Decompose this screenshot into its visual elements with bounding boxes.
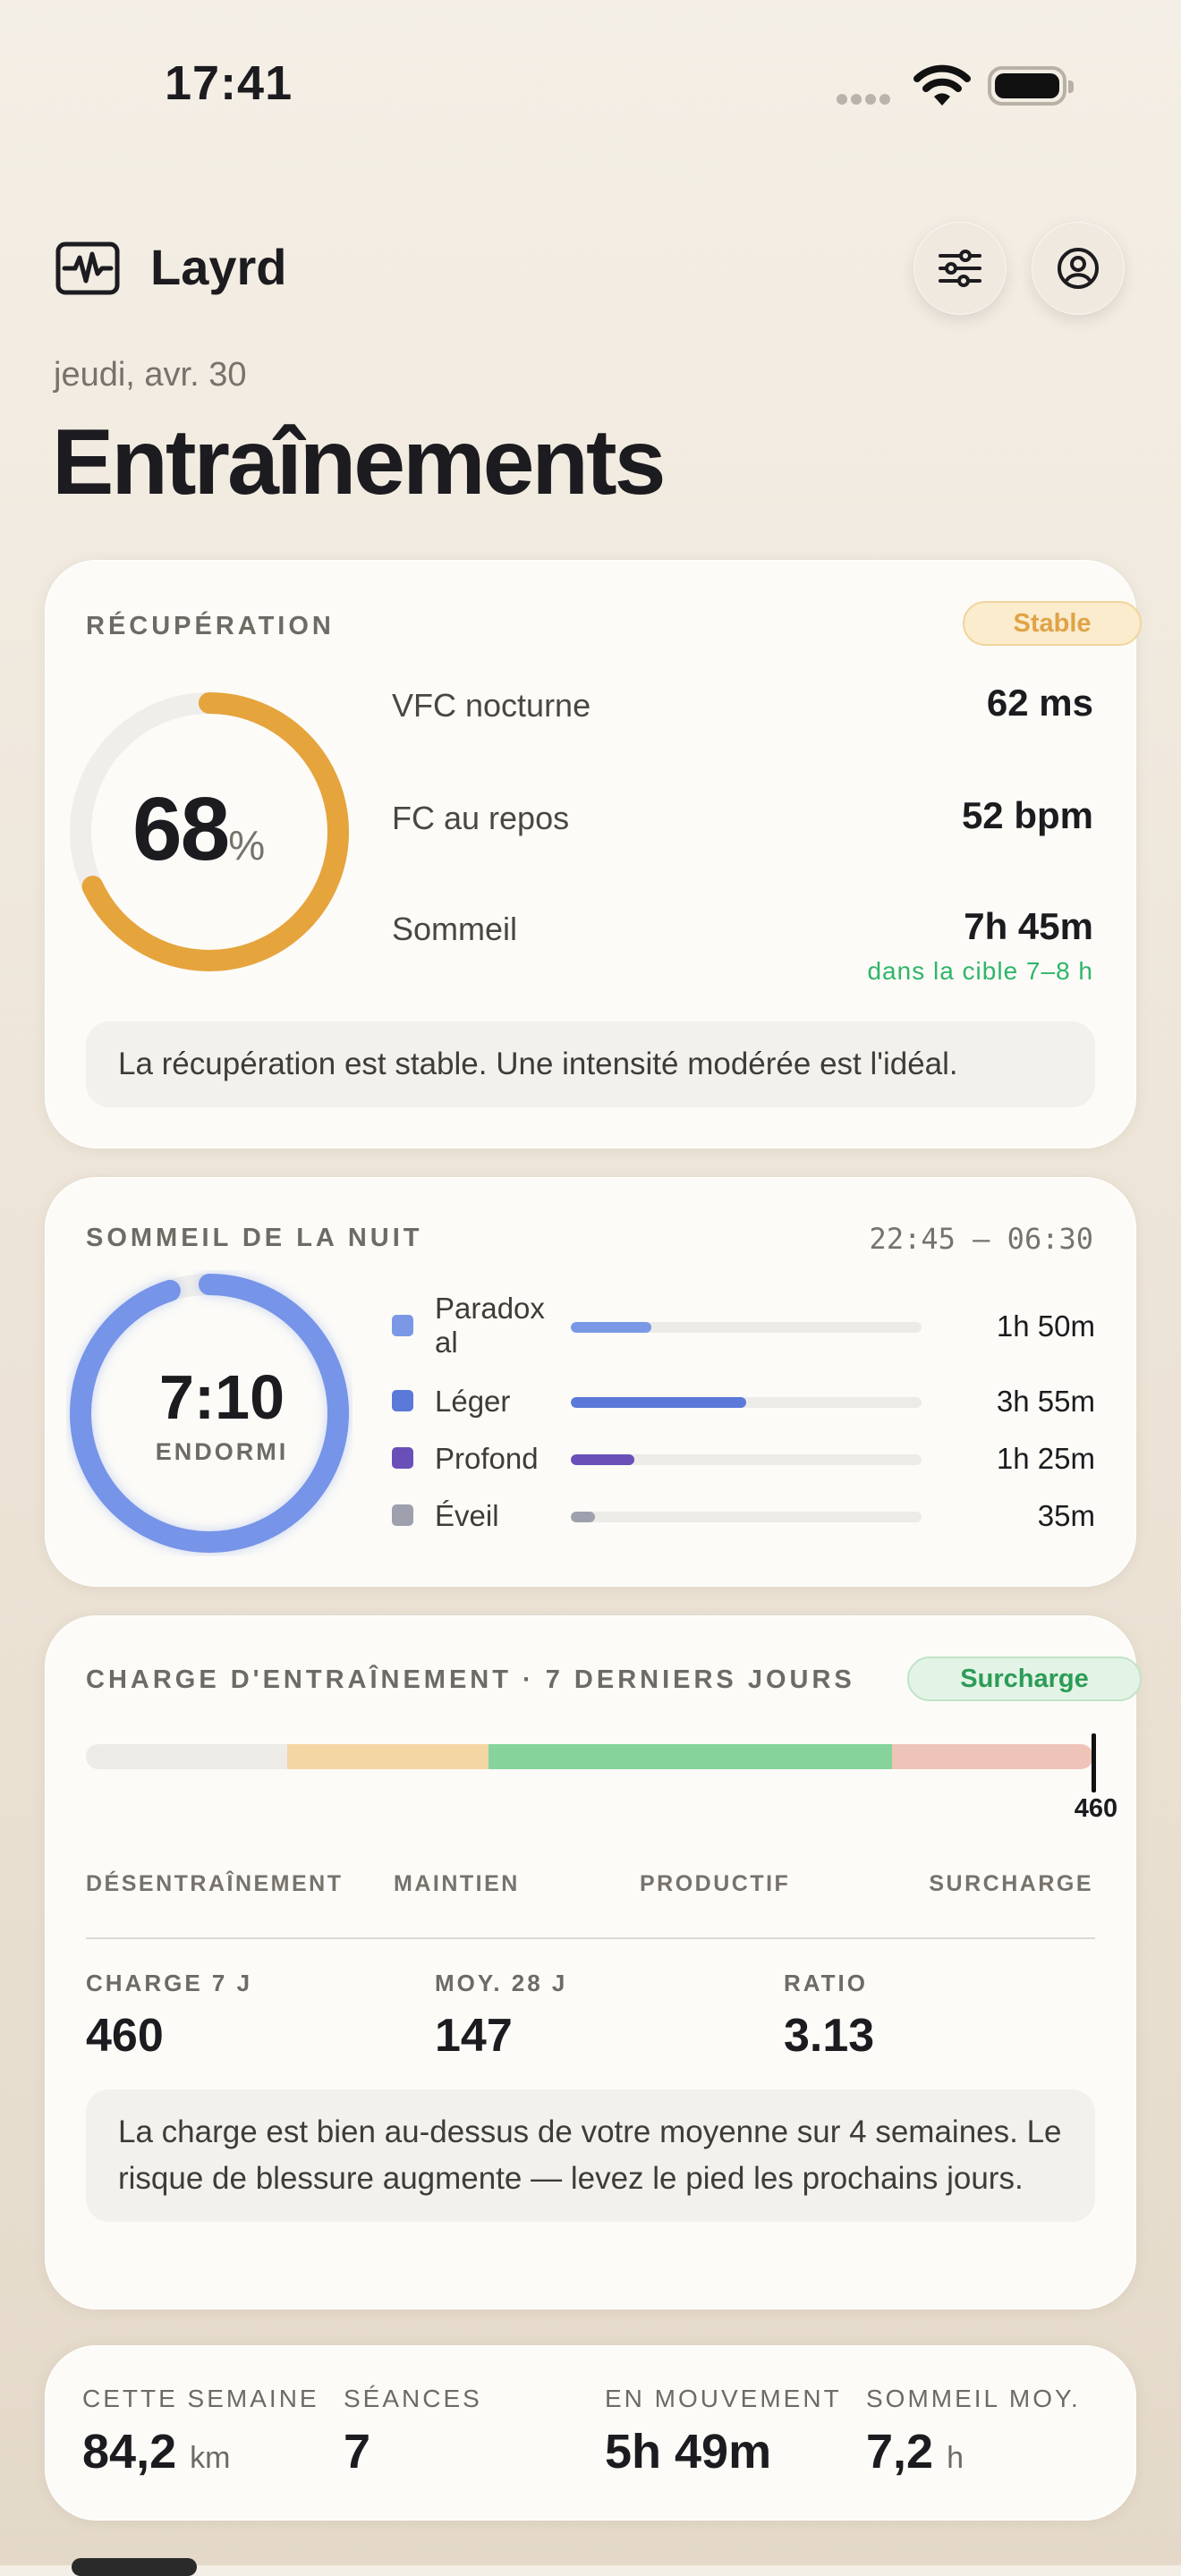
sliders-icon: [939, 250, 981, 287]
stage-bar-fill: [571, 1322, 652, 1333]
stage-name: Éveil: [435, 1499, 499, 1532]
recovery-section-label: RÉCUPÉRATION: [86, 612, 335, 640]
resting-hr-label: FC au repos: [392, 800, 570, 836]
hrv-value: 62 ms: [986, 682, 1093, 724]
status-time: 17:41: [165, 56, 293, 110]
zone-label-productive: PRODUCTIF: [640, 1871, 791, 1896]
load-section-label: CHARGE D'ENTRAÎNEMENT · 7 DERNIERS JOURS: [86, 1665, 855, 1694]
cellular-signal-icon: [837, 93, 894, 109]
stat-value-load-7d: 460: [86, 2010, 164, 2062]
stage-color-swatch: [392, 1504, 413, 1526]
load-marker: [1092, 1733, 1096, 1792]
recovery-status-badge: Stable: [963, 601, 1142, 646]
stage-name: Léger: [435, 1385, 511, 1418]
stage-duration: 1h 50m: [996, 1309, 1095, 1343]
app-name: Layrd: [150, 239, 287, 295]
load-zone-segment: [287, 1744, 489, 1769]
sleep-asleep-value: 7:10: [158, 1362, 285, 1432]
filter-button[interactable]: [913, 222, 1007, 315]
user-circle-icon: [1058, 248, 1099, 289]
recovery-score: 68%: [132, 778, 347, 881]
stage-color-swatch: [392, 1447, 413, 1469]
recovery-score-unit: %: [228, 822, 266, 869]
stat-label-ratio: RATIO: [784, 1970, 868, 1996]
stage-bar-fill: [571, 1454, 634, 1465]
stage-duration: 1h 25m: [996, 1442, 1095, 1475]
stage-bar: [571, 1322, 922, 1333]
week-sleep-number: 7,2: [866, 2425, 934, 2479]
stage-bar: [571, 1397, 922, 1408]
load-zone-segment: [86, 1744, 288, 1769]
stat-value-avg-28d: 147: [435, 2010, 513, 2062]
week-distance-unit: km: [190, 2441, 231, 2475]
recovery-score-value: 68: [132, 779, 230, 879]
week-sessions-value: 7: [344, 2425, 371, 2479]
load-status-badge: Surcharge: [907, 1657, 1142, 1701]
week-sleep-label: SOMMEIL MOY.: [866, 2385, 1081, 2412]
stage-duration: 3h 55m: [996, 1385, 1095, 1418]
stage-bar-fill: [571, 1397, 746, 1408]
week-distance-number: 84,2: [82, 2425, 177, 2479]
sleep-stage-row: Léger 3h 55m: [392, 1374, 1095, 1428]
stage-name: Profond: [435, 1442, 539, 1475]
battery-icon: [988, 66, 1074, 106]
recovery-card[interactable]: RÉCUPÉRATION Stable 68% VFC nocturne 62 …: [45, 560, 1142, 1148]
load-zone-segment: [891, 1744, 1093, 1769]
sleep-stage-row: Paradox al 1h 50m: [392, 1292, 1095, 1359]
training-load-card[interactable]: CHARGE D'ENTRAÎNEMENT · 7 DERNIERS JOURS…: [45, 1615, 1142, 2309]
week-sleep-unit: h: [947, 2441, 964, 2475]
sleep-asleep-label: ENDORMI: [155, 1438, 289, 1465]
sleep-label: Sommeil: [392, 911, 518, 947]
load-zone-segment: [489, 1744, 892, 1769]
wifi-icon: [913, 64, 972, 114]
weekly-summary-card[interactable]: CETTE SEMAINE 84,2 km SÉANCES 7 EN MOUVE…: [45, 2345, 1136, 2521]
sleep-target-note: dans la cible 7–8 h: [867, 957, 1093, 985]
sleep-value: 7h 45m: [964, 905, 1093, 947]
zone-label-maintenance: MAINTIEN: [394, 1871, 520, 1896]
week-sleep-value: 7,2 h: [866, 2424, 964, 2479]
week-distance-label: CETTE SEMAINE: [82, 2385, 319, 2412]
load-message: La charge est bien au-dessus de votre mo…: [86, 2089, 1095, 2222]
stage-bar-fill: [571, 1512, 596, 1522]
recovery-message: La récupération est stable. Une intensit…: [86, 1021, 1095, 1107]
activity-logo-icon: [55, 242, 120, 300]
hrv-label: VFC nocturne: [392, 687, 591, 724]
sleep-stage-row: Éveil 35m: [392, 1488, 1095, 1542]
load-zone-bar: [86, 1744, 1093, 1769]
divider: [86, 1937, 1095, 1939]
stage-color-swatch: [392, 1315, 413, 1336]
sleep-time-range: 22:45 — 06:30: [869, 1222, 1093, 1256]
profile-button[interactable]: [1032, 222, 1125, 315]
sleep-section-label: SOMMEIL DE LA NUIT: [86, 1224, 423, 1252]
stage-name: Paradox al: [435, 1292, 545, 1359]
stat-value-ratio: 3.13: [784, 2010, 875, 2062]
sleep-card[interactable]: SOMMEIL DE LA NUIT 22:45 — 06:30 7:10 EN…: [45, 1177, 1136, 1587]
week-moving-label: EN MOUVEMENT: [605, 2385, 842, 2412]
stage-duration: 35m: [1037, 1499, 1095, 1532]
zone-label-overload: SURCHARGE: [929, 1871, 1093, 1896]
resting-hr-value: 52 bpm: [961, 794, 1093, 836]
sleep-stage-row: Profond 1h 25m: [392, 1431, 1095, 1485]
stage-bar: [571, 1512, 922, 1522]
current-date: jeudi, avr. 30: [54, 356, 247, 394]
week-distance-value: 84,2 km: [82, 2424, 230, 2479]
next-card-peek: [72, 2558, 197, 2576]
week-sessions-label: SÉANCES: [344, 2385, 482, 2412]
page-title: Entraînements: [52, 411, 666, 514]
stat-label-load-7d: CHARGE 7 J: [86, 1970, 253, 1996]
week-moving-value: 5h 49m: [605, 2425, 772, 2479]
stage-color-swatch: [392, 1390, 413, 1411]
zone-label-detraining: DÉSENTRAÎNEMENT: [86, 1871, 344, 1896]
stage-bar: [571, 1454, 922, 1465]
load-marker-value: 460: [1074, 1794, 1118, 1823]
stat-label-avg-28d: MOY. 28 J: [435, 1970, 568, 1996]
